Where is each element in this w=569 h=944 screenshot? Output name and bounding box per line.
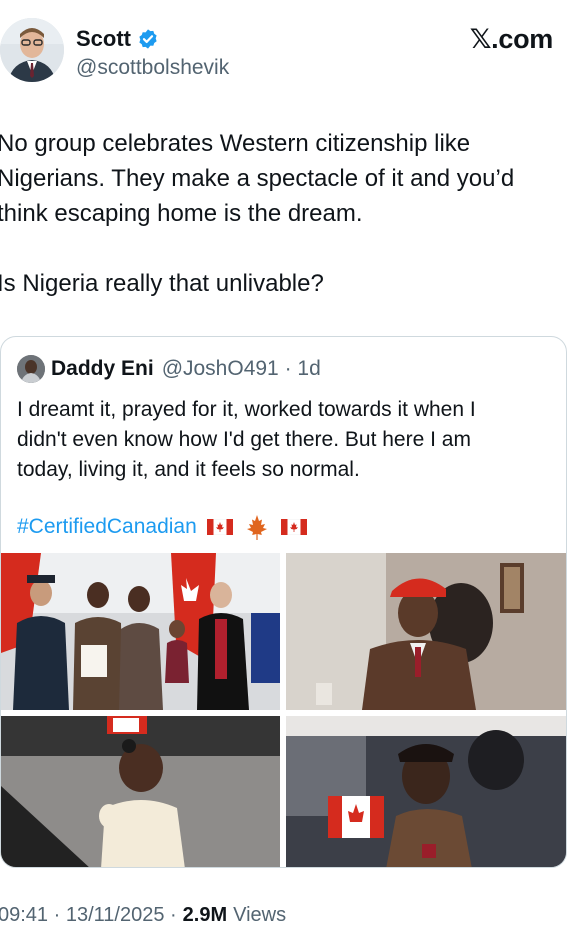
quote-author-row[interactable]: Daddy Eni @JoshO491 · 1d xyxy=(51,357,321,381)
canada-flag-icon xyxy=(280,519,307,535)
tweet-line: No group celebrates Western citizenship … xyxy=(0,130,471,157)
quote-author-avatar[interactable] xyxy=(17,355,45,383)
citizenship-ceremony-group-photo[interactable] xyxy=(1,553,280,710)
quote-media-grid[interactable] xyxy=(1,553,566,867)
smiling-man-with-flag-in-audience[interactable] xyxy=(286,716,566,867)
views-count: 2.9M xyxy=(182,904,228,926)
quote-text: I dreamt it, prayed for it, worked towar… xyxy=(17,395,557,485)
views-label: Views xyxy=(233,904,287,926)
toddler-holding-flag[interactable] xyxy=(1,716,280,867)
quote-author-handle-time[interactable]: @JoshO491 · 1d xyxy=(162,357,321,381)
maple-leaf-icon xyxy=(246,515,267,540)
brand-domain: .com xyxy=(491,24,553,54)
tweet-text: No group celebrates Western citizenship … xyxy=(0,126,567,301)
verified-badge-icon xyxy=(139,29,157,49)
man-in-red-cap-and-suit[interactable] xyxy=(286,553,566,710)
author-avatar[interactable] xyxy=(0,18,64,82)
x-logo-icon: 𝕏 xyxy=(469,24,492,55)
author-name-row[interactable]: Scott xyxy=(76,26,159,52)
quote-author-name[interactable]: Daddy Eni xyxy=(51,357,154,381)
quote-line: I dreamt it, prayed for it, worked towar… xyxy=(17,398,476,421)
tweet-timestamp[interactable]: 09:41 · 13/11/2025 · xyxy=(0,904,177,927)
x-brand-logo: 𝕏.com xyxy=(469,24,554,55)
quote-line: didn't even know how I'd get there. But … xyxy=(17,428,471,451)
canada-flag-icon xyxy=(206,519,233,535)
tweet-line: Nigerians. They make a spectacle of it a… xyxy=(0,165,515,192)
tweet-line: Is Nigeria really that unlivable? xyxy=(0,270,324,297)
quote-line: today, living it, and it feels so normal… xyxy=(17,458,360,481)
quote-hashtag-row: #CertifiedCanadian xyxy=(17,513,307,541)
tweet-line: think escaping home is the dream. xyxy=(0,200,363,227)
tweet-meta: 09:41 · 13/11/2025 · 2.9M Views xyxy=(0,904,286,927)
quote-tweet-card[interactable]: Daddy Eni @JoshO491 · 1d I dreamt it, pr… xyxy=(0,336,567,868)
hashtag-link[interactable]: #CertifiedCanadian xyxy=(17,515,197,539)
author-handle[interactable]: @scottbolshevik xyxy=(76,56,229,80)
author-display-name[interactable]: Scott xyxy=(76,26,131,52)
